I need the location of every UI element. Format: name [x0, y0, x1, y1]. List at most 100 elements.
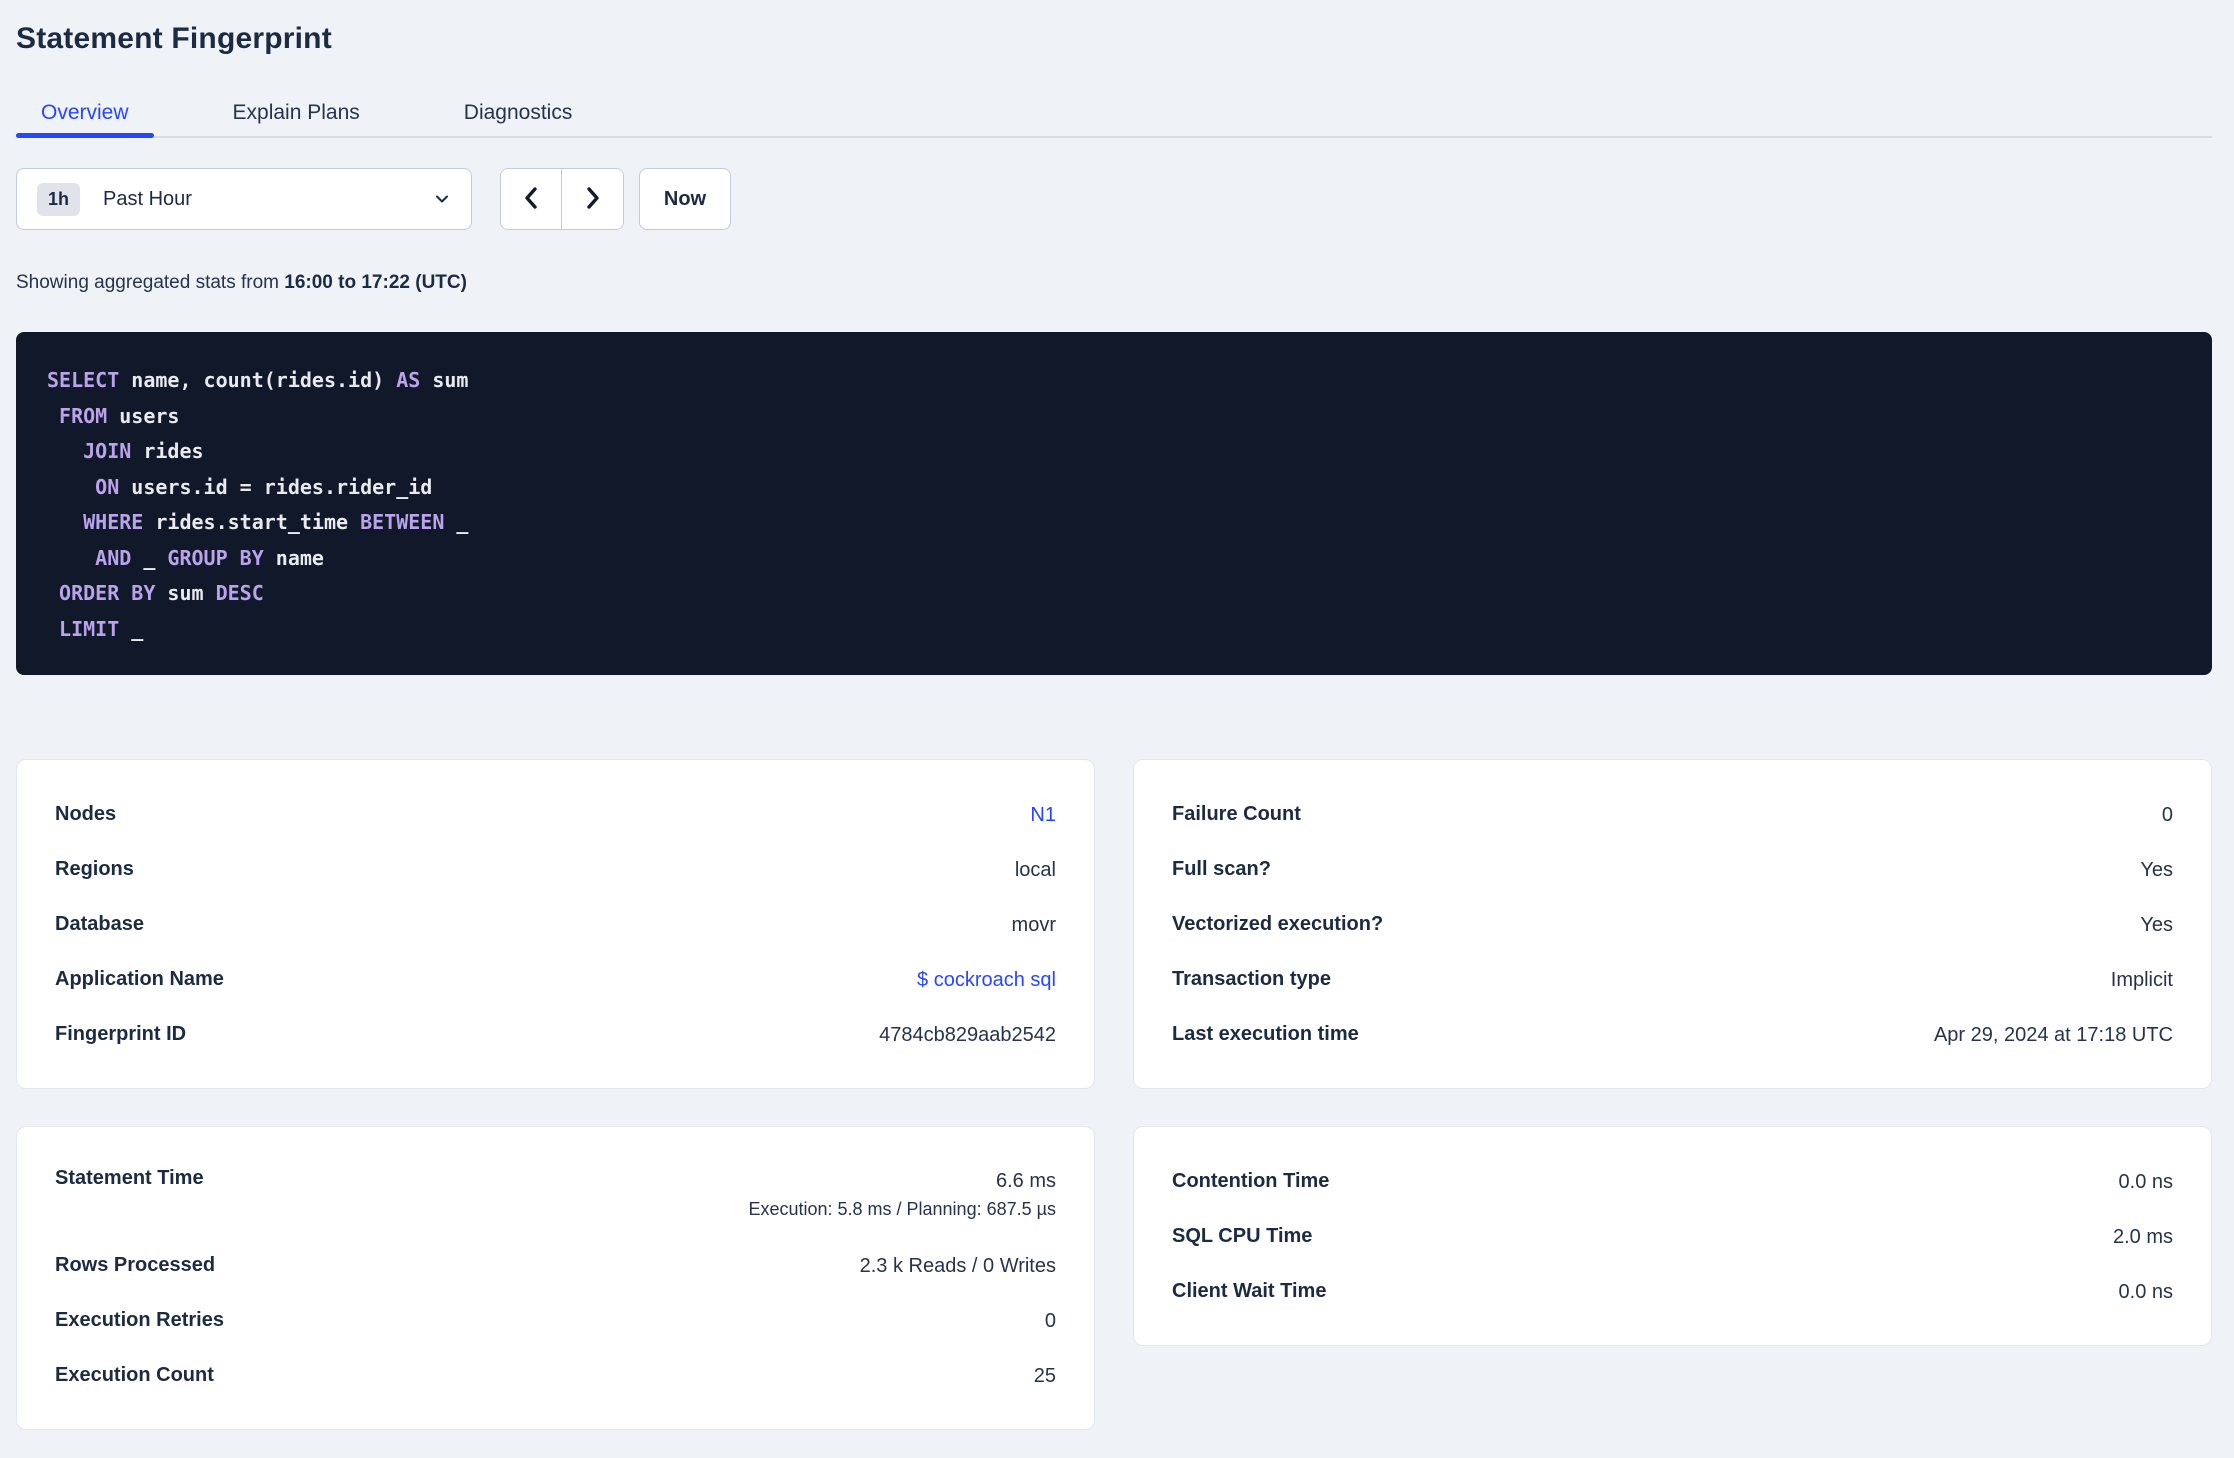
aggregated-stats-summary: Showing aggregated stats from 16:00 to 1… — [16, 272, 2212, 294]
tab-label: Explain Plans — [232, 101, 360, 124]
stat-value-database: movr — [1011, 913, 1056, 936]
stat-value-statement-time: 6.6 ms — [995, 1170, 1056, 1192]
stat-value-sql-cpu-time: 2.0 ms — [2112, 1225, 2173, 1248]
stat-row-statement-time: Statement Time 6.6 ms Execution: 5.8 ms / … — [55, 1154, 1056, 1238]
chevron-left-icon — [520, 185, 542, 214]
stat-label-regions: Regions — [55, 858, 134, 880]
stat-row-rows-processed: Rows Processed 2.3 k Reads / 0 Writes — [55, 1238, 1056, 1293]
statement-fingerprint-page: Statement Fingerprint Overview Explain Pl… — [0, 0, 2234, 1430]
sql-line: JOIN rides — [83, 439, 204, 463]
stat-row-last-execution-time: Last execution time Apr 29, 2024 at 17:18… — [1172, 1007, 2173, 1062]
stat-value-wrap: N1 — [1030, 801, 1056, 829]
link-nodes[interactable]: N1 — [1030, 801, 1056, 829]
stat-row-nodes: Nodes N1 — [55, 787, 1056, 842]
stat-value-fingerprint-id: 4784cb829aab2542 — [879, 1023, 1056, 1046]
stat-row-database: Database movr — [55, 897, 1056, 952]
stat-value-wrap: 6.6 ms Execution: 5.8 ms / Planning: 687.… — [748, 1167, 1056, 1220]
stat-value-wrap: 2.0 ms — [2113, 1223, 2173, 1251]
summary-time-range: 16:00 to 17:22 (UTC) — [284, 272, 467, 293]
stat-row-contention-time: Contention Time 0.0 ns — [1172, 1154, 2173, 1209]
stat-value-wrap: movr — [1012, 911, 1056, 939]
stat-value-last-execution-time: Apr 29, 2024 at 17:18 UTC — [1933, 1023, 2173, 1046]
sql-line: ORDER BY sum DESC — [59, 581, 264, 605]
stat-value-wrap: 2.3 k Reads / 0 Writes — [860, 1252, 1056, 1280]
card-statement-details: Nodes N1 Regions local Database movr Applicati… — [16, 759, 1095, 1089]
stat-value-wrap: 25 — [1034, 1362, 1056, 1390]
time-interval-select[interactable]: 1h Past Hour — [16, 168, 472, 230]
stat-value-wrap: 0.0 ns — [2119, 1278, 2173, 1306]
sql-line: LIMIT _ — [59, 616, 144, 641]
stat-row-failure-count: Failure Count 0 — [1172, 787, 2173, 842]
summary-cards-top: Nodes N1 Regions local Database movr Applicati… — [16, 759, 2212, 1089]
stat-value-execution-count: 25 — [1033, 1364, 1056, 1387]
summary-prefix: Showing aggregated stats from — [16, 272, 279, 293]
stat-value-wrap: 0.0 ns — [2119, 1168, 2173, 1196]
stat-value-wrap: Apr 29, 2024 at 17:18 UTC — [1934, 1021, 2173, 1049]
tab-diagnostics[interactable]: Diagnostics — [439, 90, 598, 136]
stat-value-vectorized-execution: Yes — [2140, 913, 2173, 936]
stat-label-sql-cpu-time: SQL CPU Time — [1172, 1225, 1313, 1247]
card-execution-stats: Statement Time 6.6 ms Execution: 5.8 ms / … — [16, 1126, 1095, 1430]
stat-value-wrap: 0 — [1045, 1307, 1056, 1335]
stat-row-execution-count: Execution Count 25 — [55, 1348, 1056, 1403]
stat-row-client-wait-time: Client Wait Time 0.0 ns — [1172, 1264, 2173, 1319]
tab-label: Diagnostics — [463, 101, 573, 124]
stat-label-full-scan: Full scan? — [1172, 858, 1271, 880]
now-button[interactable]: Now — [639, 168, 731, 230]
page-title: Statement Fingerprint — [16, 22, 332, 55]
stat-value-contention-time: 0.0 ns — [2118, 1170, 2173, 1193]
stat-row-sql-cpu-time: SQL CPU Time 2.0 ms — [1172, 1209, 2173, 1264]
stat-label-transaction-type: Transaction type — [1172, 968, 1331, 990]
sql-line: AND _ GROUP BY name — [95, 545, 324, 570]
stat-label-execution-retries: Execution Retries — [55, 1309, 224, 1331]
stat-value-wrap: $ cockroach sql — [917, 966, 1056, 994]
stat-subvalue-statement-time: Execution: 5.8 ms / Planning: 687.5 µs — [748, 1199, 1056, 1219]
stat-label-vectorized-execution: Vectorized execution? — [1172, 913, 1384, 935]
summary-cards-bottom: Statement Time 6.6 ms Execution: 5.8 ms / … — [16, 1126, 2212, 1430]
stat-value-wrap: Yes — [2140, 911, 2173, 939]
stat-value-transaction-type: Implicit — [2110, 968, 2173, 991]
stat-value-execution-retries: 0 — [1044, 1309, 1056, 1332]
stat-label-statement-time: Statement Time — [55, 1167, 204, 1189]
stat-label-fingerprint-id: Fingerprint ID — [55, 1023, 187, 1045]
tab-label: Overview — [41, 101, 129, 124]
time-interval-badge: 1h — [37, 182, 81, 216]
stat-row-fingerprint-id: Fingerprint ID 4784cb829aab2542 — [55, 1007, 1056, 1062]
stat-label-execution-count: Execution Count — [55, 1364, 214, 1386]
tab-bar: Overview Explain Plans Diagnostics — [16, 90, 2212, 138]
previous-interval-button[interactable] — [501, 169, 562, 229]
stat-label-database: Database — [55, 913, 144, 935]
sql-statement: SELECT name, count(rides.id) AS sum FROM… — [16, 332, 2212, 675]
stat-label-last-execution-time: Last execution time — [1172, 1023, 1359, 1045]
card-execution-attributes: Failure Count 0 Full scan? Yes Vectorized ex… — [1133, 759, 2212, 1089]
stat-label-failure-count: Failure Count — [1172, 803, 1301, 825]
chevron-right-icon — [582, 185, 604, 214]
time-toolbar: 1h Past Hour Now — [16, 168, 2212, 230]
tab-explain-plans[interactable]: Explain Plans — [208, 90, 385, 136]
interval-arrows — [500, 168, 624, 230]
stat-value-wrap: 4784cb829aab2542 — [879, 1021, 1056, 1049]
link-application-name[interactable]: $ cockroach sql — [917, 966, 1056, 994]
sql-line: SELECT name, count(rides.id) AS sum — [47, 368, 469, 392]
stat-value-wrap: Implicit — [2111, 966, 2173, 994]
next-interval-button[interactable] — [562, 169, 623, 229]
stat-label-nodes: Nodes — [55, 803, 117, 825]
stat-row-vectorized-execution: Vectorized execution? Yes — [1172, 897, 2173, 952]
stat-label-client-wait-time: Client Wait Time — [1172, 1280, 1327, 1302]
tab-overview[interactable]: Overview — [16, 90, 154, 138]
stat-row-regions: Regions local — [55, 842, 1056, 897]
stat-value-full-scan: Yes — [2140, 858, 2173, 881]
stat-label-application-name: Application Name — [55, 968, 224, 990]
time-interval-label: Past Hour — [103, 187, 192, 210]
sql-line: WHERE rides.start_time BETWEEN _ — [83, 510, 469, 534]
stat-value-wrap: Yes — [2140, 856, 2173, 884]
stat-value-rows-processed: 2.3 k Reads / 0 Writes — [859, 1254, 1056, 1277]
sql-line: ON users.id = rides.rider_id — [95, 474, 433, 499]
stat-row-execution-retries: Execution Retries 0 — [55, 1293, 1056, 1348]
stat-label-contention-time: Contention Time — [1172, 1170, 1330, 1192]
stat-value-regions: local — [1014, 858, 1056, 881]
card-wait-times: Contention Time 0.0 ns SQL CPU Time 2.0 ms C… — [1133, 1126, 2212, 1346]
chevron-down-icon — [433, 190, 451, 208]
stat-value-failure-count: 0 — [2161, 803, 2173, 826]
stat-row-transaction-type: Transaction type Implicit — [1172, 952, 2173, 1007]
